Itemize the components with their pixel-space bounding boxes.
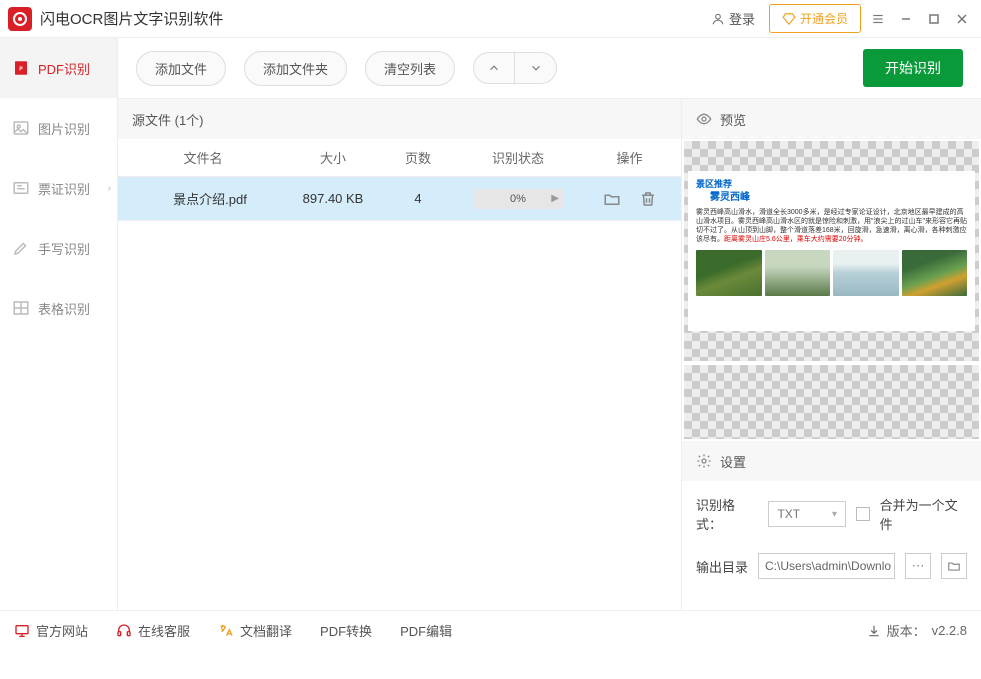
file-pages: 4 bbox=[378, 177, 458, 220]
sidebar-item-image-ocr[interactable]: 图片识别 bbox=[0, 98, 117, 158]
preview-output-placeholder bbox=[684, 365, 979, 439]
user-icon bbox=[711, 12, 725, 26]
preview-thumbnails bbox=[696, 250, 967, 296]
output-path-input[interactable]: C:\Users\admin\Downlo bbox=[758, 553, 895, 579]
format-label: 识别格式： bbox=[696, 495, 758, 533]
monitor-icon bbox=[14, 623, 30, 639]
title-bar: 闪电OCR图片文字识别软件 登录 开通会员 bbox=[0, 0, 981, 38]
add-folder-button[interactable]: 添加文件夹 bbox=[244, 51, 347, 86]
delete-button[interactable] bbox=[638, 189, 658, 209]
col-ops: 操作 bbox=[578, 148, 681, 167]
thumb-3 bbox=[833, 250, 899, 296]
support-link[interactable]: 在线客服 bbox=[116, 621, 190, 640]
clear-list-button[interactable]: 清空列表 bbox=[365, 51, 455, 86]
app-title: 闪电OCR图片文字识别软件 bbox=[40, 8, 703, 29]
progress-bar[interactable]: 0% ▶ bbox=[473, 189, 563, 209]
thumb-4 bbox=[902, 250, 968, 296]
right-pane: 预览 景区推荐 雾灵西峰 雾灵西峰高山滑水，滑道全长3000多米，是经过专家论证… bbox=[681, 98, 981, 610]
file-ops bbox=[578, 177, 681, 220]
close-button[interactable] bbox=[951, 8, 973, 30]
handwriting-icon bbox=[12, 239, 30, 257]
preview-header: 预览 bbox=[682, 99, 981, 139]
app-icon bbox=[8, 7, 32, 31]
menu-button[interactable] bbox=[867, 8, 889, 30]
translate-link[interactable]: 文档翻译 bbox=[218, 621, 292, 640]
move-down-button[interactable] bbox=[515, 52, 557, 84]
pdf-edit-link[interactable]: PDF编辑 bbox=[400, 621, 452, 640]
start-ocr-button[interactable]: 开始识别 bbox=[863, 49, 963, 87]
merge-label: 合并为一个文件 bbox=[880, 495, 967, 533]
sidebar-item-handwriting-ocr[interactable]: 手写识别 bbox=[0, 218, 117, 278]
gear-icon bbox=[696, 453, 712, 469]
format-select[interactable]: TXT ▾ bbox=[768, 501, 846, 527]
sidebar: P PDF识别 图片识别 票证识别 › 手写识别 表格识别 bbox=[0, 38, 117, 610]
open-folder-button[interactable] bbox=[602, 189, 622, 209]
diamond-icon bbox=[782, 12, 796, 26]
eye-icon bbox=[696, 111, 712, 127]
file-name: 景点介绍.pdf bbox=[118, 177, 288, 220]
play-icon: ▶ bbox=[551, 193, 559, 204]
thumb-2 bbox=[765, 250, 831, 296]
preview-canvas: 景区推荐 雾灵西峰 雾灵西峰高山滑水，滑道全长3000多米，是经过专家论证设计，… bbox=[684, 141, 979, 361]
file-pane: 源文件 (1个) 文件名 大小 页数 识别状态 操作 景点介绍.pdf 897.… bbox=[118, 98, 681, 610]
thumb-1 bbox=[696, 250, 762, 296]
ticket-icon bbox=[12, 179, 30, 197]
chevron-down-icon: ▾ bbox=[832, 509, 837, 520]
minimize-button[interactable] bbox=[895, 8, 917, 30]
browse-button[interactable]: ⋯ bbox=[905, 553, 931, 579]
settings-panel: 识别格式： TXT ▾ 合并为一个文件 输出目录 C:\Users\admin\… bbox=[682, 481, 981, 610]
login-button[interactable]: 登录 bbox=[703, 5, 763, 32]
col-name: 文件名 bbox=[118, 148, 288, 167]
file-status: 0% ▶ bbox=[458, 177, 578, 220]
preview-document: 景区推荐 雾灵西峰 雾灵西峰高山滑水，滑道全长3000多米，是经过专家论证设计，… bbox=[688, 171, 975, 331]
toolbar: 添加文件 添加文件夹 清空列表 开始识别 bbox=[118, 38, 981, 98]
official-site-link[interactable]: 官方网站 bbox=[14, 621, 88, 640]
table-head: 文件名 大小 页数 识别状态 操作 bbox=[118, 139, 681, 177]
translate-icon bbox=[218, 623, 234, 639]
settings-header: 设置 bbox=[682, 441, 981, 481]
headset-icon bbox=[116, 623, 132, 639]
move-up-button[interactable] bbox=[473, 52, 515, 84]
download-icon bbox=[867, 624, 881, 638]
col-status: 识别状态 bbox=[458, 148, 578, 167]
col-size: 大小 bbox=[288, 148, 378, 167]
vip-button[interactable]: 开通会员 bbox=[769, 4, 861, 33]
footer: 官方网站 在线客服 文档翻译 PDF转换 PDF编辑 版本： v2.2.8 bbox=[0, 610, 981, 650]
output-label: 输出目录 bbox=[696, 557, 748, 576]
table-row[interactable]: 景点介绍.pdf 897.40 KB 4 0% ▶ bbox=[118, 177, 681, 221]
merge-checkbox[interactable] bbox=[856, 507, 870, 521]
col-pages: 页数 bbox=[378, 148, 458, 167]
table-icon bbox=[12, 299, 30, 317]
maximize-button[interactable] bbox=[923, 8, 945, 30]
pdf-convert-link[interactable]: PDF转换 bbox=[320, 621, 372, 640]
image-icon bbox=[12, 119, 30, 137]
svg-text:P: P bbox=[19, 66, 23, 72]
version-display[interactable]: 版本： v2.2.8 bbox=[867, 621, 967, 640]
add-file-button[interactable]: 添加文件 bbox=[136, 51, 226, 86]
file-size: 897.40 KB bbox=[288, 177, 378, 220]
sidebar-item-ticket-ocr[interactable]: 票证识别 › bbox=[0, 158, 117, 218]
pdf-icon: P bbox=[12, 59, 30, 77]
sidebar-item-table-ocr[interactable]: 表格识别 bbox=[0, 278, 117, 338]
source-files-header: 源文件 (1个) bbox=[118, 99, 681, 139]
sidebar-item-pdf-ocr[interactable]: P PDF识别 bbox=[0, 38, 117, 98]
chevron-right-icon: › bbox=[108, 183, 111, 194]
open-output-button[interactable] bbox=[941, 553, 967, 579]
